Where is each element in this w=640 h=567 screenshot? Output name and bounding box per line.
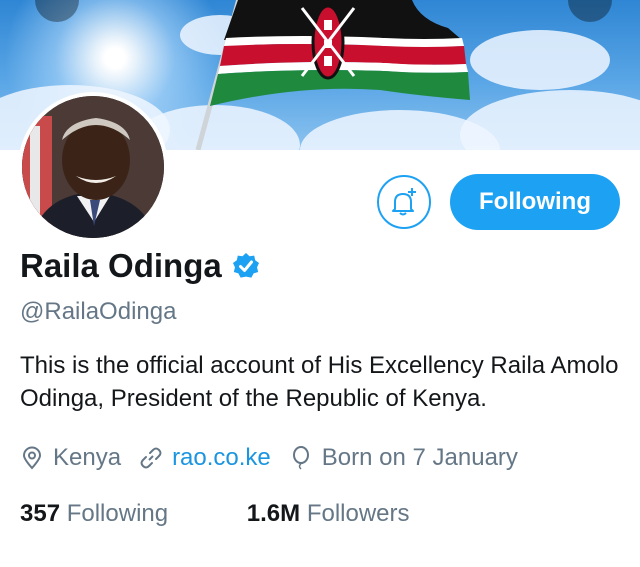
link-icon bbox=[140, 447, 162, 469]
location-text: Kenya bbox=[53, 444, 122, 471]
portrait-image bbox=[22, 96, 164, 238]
following-button[interactable]: Following bbox=[450, 174, 620, 230]
location-item: Kenya bbox=[20, 444, 121, 472]
bell-plus-icon bbox=[392, 188, 416, 216]
verified-badge-icon bbox=[232, 252, 260, 280]
website-link[interactable]: rao.co.ke bbox=[172, 444, 271, 472]
notifications-button[interactable] bbox=[377, 175, 431, 229]
location-pin-icon bbox=[22, 446, 42, 470]
profile-name: Raila Odinga bbox=[20, 247, 222, 284]
followers-label: Followers bbox=[306, 500, 410, 527]
profile-bio: This is the official account of His Exce… bbox=[20, 352, 619, 412]
avatar[interactable] bbox=[18, 92, 168, 242]
avatar-photo bbox=[22, 96, 164, 238]
profile-meta: Kenya rao.co.ke Born on 7 January bbox=[20, 444, 536, 472]
profile-name-row: Raila Odinga bbox=[20, 247, 260, 285]
balloon-icon bbox=[292, 446, 309, 470]
following-stat[interactable]: 357 Following bbox=[20, 500, 175, 527]
birthday-item: Born on 7 January bbox=[289, 444, 518, 472]
profile-stats: 357 Following 1.6M Followers bbox=[20, 500, 410, 528]
birthday-text: Born on 7 January bbox=[321, 444, 518, 471]
profile-handle: @RailaOdinga bbox=[20, 298, 177, 325]
website-item[interactable]: rao.co.ke bbox=[139, 444, 271, 472]
followers-count: 1.6M bbox=[246, 500, 301, 527]
following-label: Following bbox=[66, 500, 169, 527]
following-count: 357 bbox=[20, 500, 61, 527]
followers-stat[interactable]: 1.6M Followers bbox=[247, 500, 410, 527]
